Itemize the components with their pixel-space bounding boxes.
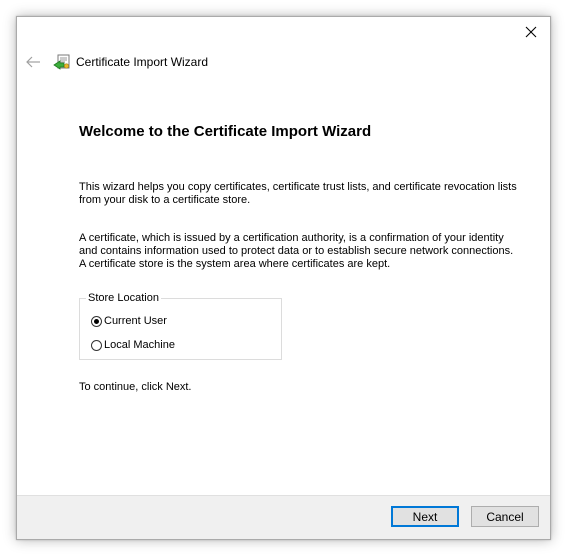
back-button[interactable]: [23, 53, 43, 71]
close-button[interactable]: [518, 21, 544, 43]
local-machine-radio[interactable]: Local Machine: [91, 337, 175, 353]
button-bar: Next Cancel: [17, 495, 550, 539]
radio-selected-dot: [94, 318, 99, 324]
local-machine-label: Local Machine: [104, 339, 175, 351]
wizard-dialog: Certificate Import Wizard Welcome to the…: [16, 16, 551, 540]
back-arrow-icon: [26, 56, 40, 68]
intro-paragraph: This wizard helps you copy certificates,…: [79, 181, 517, 206]
window-title: Certificate Import Wizard: [76, 55, 209, 69]
radio-button-unchecked[interactable]: [91, 339, 102, 351]
continue-instruction: To continue, click Next.: [79, 381, 192, 393]
radio-button-checked[interactable]: [91, 315, 102, 327]
cancel-button[interactable]: Cancel: [471, 506, 539, 527]
current-user-radio[interactable]: Current User: [91, 313, 167, 329]
store-location-label: Store Location: [86, 292, 161, 305]
page-title: Welcome to the Certificate Import Wizard: [79, 123, 372, 140]
certificate-icon: [52, 52, 72, 72]
store-location-group: Store Location Current User Local Machin…: [79, 292, 282, 360]
next-button[interactable]: Next: [391, 506, 459, 527]
current-user-label: Current User: [104, 315, 167, 327]
close-icon: [525, 26, 537, 38]
certificate-description-paragraph: A certificate, which is issued by a cert…: [79, 232, 514, 270]
